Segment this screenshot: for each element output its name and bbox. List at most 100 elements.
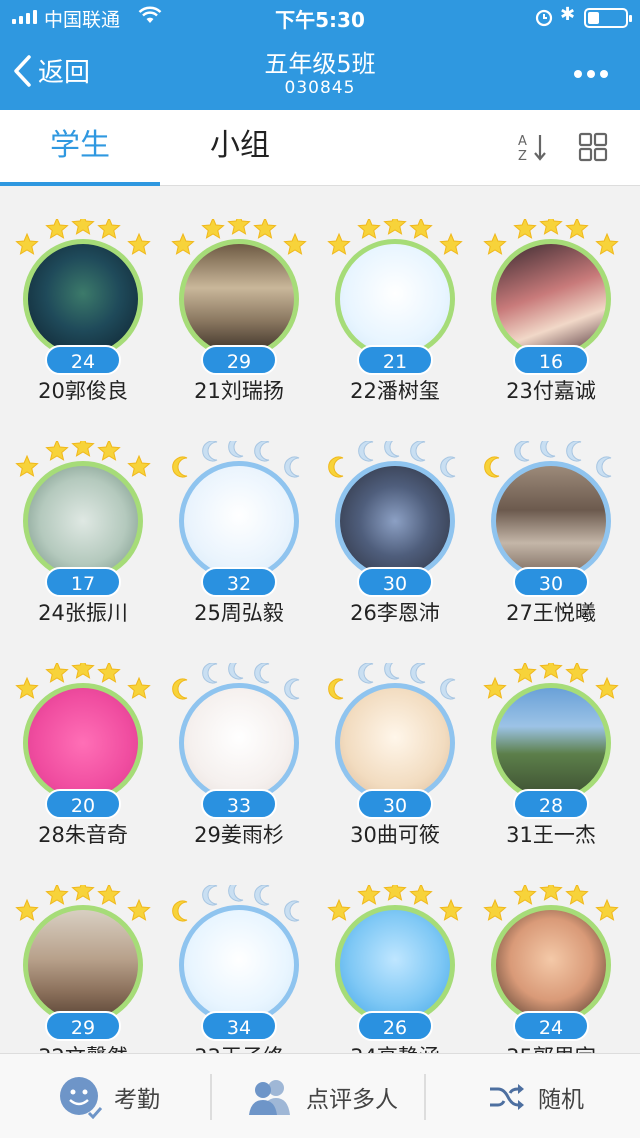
rating-stars	[15, 663, 151, 699]
rating-stars	[172, 885, 300, 922]
score-badge: 20	[45, 789, 121, 819]
shuffle-icon	[490, 1083, 524, 1110]
more-button[interactable]	[574, 70, 608, 78]
app-header: 中国联通 下午5:30 ✱ 返回 五年级5班 030845	[0, 0, 640, 110]
score-badge: 30	[357, 567, 433, 597]
bluetooth-icon: ✱	[560, 4, 576, 25]
battery-icon	[584, 8, 632, 28]
back-label: 返回	[38, 58, 91, 88]
student-name: 33王子终	[156, 1041, 322, 1053]
avatar-wrapper: 32	[172, 441, 300, 597]
student-name: 29姜雨杉	[194, 823, 284, 847]
student-grid: 24 20郭俊良 29 21刘瑞扬 21 22潘树玺 16 23付嘉诚 17 24张振川 32 25周…	[0, 187, 640, 1053]
back-button[interactable]: 返回	[12, 52, 90, 89]
bottom-toolbar: 考勤 点评多人 随机	[0, 1053, 640, 1138]
random-button[interactable]: 随机	[488, 1054, 584, 1138]
score-badge: 26	[357, 1011, 433, 1041]
rating-stars	[483, 885, 619, 921]
student-name: 35郭思宇	[468, 1041, 634, 1053]
avatar-wrapper: 16	[483, 219, 619, 375]
student-name: 21刘瑞扬	[194, 379, 284, 403]
score-badge: 24	[513, 1011, 589, 1041]
student-name: 30曲可筱	[350, 823, 440, 847]
student-name: 24张振川	[38, 601, 128, 625]
student-name: 28朱音奇	[38, 823, 128, 847]
avatar-wrapper: 29	[15, 885, 151, 1041]
avatar-wrapper: 28	[483, 663, 619, 819]
avatar-wrapper: 20	[15, 663, 151, 819]
tab-groups[interactable]: 小组	[160, 110, 320, 186]
chevron-left-icon	[14, 54, 31, 87]
avatar-wrapper: 33	[172, 663, 300, 819]
random-label: 随机	[538, 1086, 584, 1113]
rating-stars	[15, 441, 151, 477]
score-badge: 34	[201, 1011, 277, 1041]
avatar-wrapper: 24	[15, 219, 151, 375]
student-card[interactable]: 16 23付嘉诚	[468, 187, 624, 409]
student-name: 23付嘉诚	[506, 379, 596, 403]
review-multiple-button[interactable]: 点评多人	[246, 1054, 398, 1138]
avatar-wrapper: 34	[172, 885, 300, 1041]
avatar-wrapper: 30	[328, 441, 456, 597]
rating-stars	[328, 441, 456, 478]
rating-stars	[327, 885, 463, 921]
student-name: 20郭俊良	[38, 379, 128, 403]
rating-stars	[328, 663, 456, 700]
rating-stars	[15, 885, 151, 921]
student-card[interactable]: 33 29姜雨杉	[156, 631, 312, 853]
attendance-button[interactable]: 考勤	[58, 1054, 160, 1138]
student-card[interactable]: 3433王子终	[156, 853, 312, 1053]
student-name: 22潘树玺	[350, 379, 440, 403]
student-card[interactable]: 30 30曲可筱	[312, 631, 468, 853]
score-badge: 28	[513, 789, 589, 819]
more-dot-icon	[587, 70, 595, 78]
svg-text:Z: Z	[518, 149, 527, 162]
attendance-label: 考勤	[114, 1086, 160, 1113]
grid-view-icon[interactable]	[578, 132, 608, 162]
avatar-wrapper: 26	[327, 885, 463, 1041]
student-card[interactable]: 2435郭思宇	[468, 853, 624, 1053]
people-icon	[249, 1079, 290, 1115]
student-card[interactable]: 17 24张振川	[0, 409, 156, 631]
student-card[interactable]: 24 20郭俊良	[0, 187, 156, 409]
student-name: 26李恩沛	[350, 601, 440, 625]
status-bar: 中国联通 下午5:30 ✱	[0, 0, 640, 34]
avatar-wrapper: 24	[483, 885, 619, 1041]
student-card[interactable]: 2932文馨然	[0, 853, 156, 1053]
smile-check-icon	[60, 1076, 102, 1119]
avatar-wrapper: 30	[484, 441, 612, 597]
avatar-wrapper: 21	[327, 219, 463, 375]
score-badge: 21	[357, 345, 433, 375]
score-badge: 29	[201, 345, 277, 375]
student-card[interactable]: 32 25周弘毅	[156, 409, 312, 631]
rating-stars	[15, 219, 151, 255]
sort-az-icon[interactable]: A Z	[516, 132, 550, 162]
rating-stars	[172, 441, 300, 478]
student-card[interactable]: 30 27王悦曦	[468, 409, 624, 631]
student-card[interactable]: 30 26李恩沛	[312, 409, 468, 631]
student-card[interactable]: 21 22潘树玺	[312, 187, 468, 409]
score-badge: 24	[45, 345, 121, 375]
tab-students[interactable]: 学生	[0, 110, 160, 186]
class-code: 030845	[284, 78, 356, 98]
avatar-wrapper: 29	[171, 219, 307, 375]
student-name: 27王悦曦	[506, 601, 596, 625]
student-card[interactable]: 20 28朱音奇	[0, 631, 156, 853]
avatar-wrapper: 17	[15, 441, 151, 597]
review-multiple-label: 点评多人	[306, 1086, 398, 1113]
score-badge: 16	[513, 345, 589, 375]
student-name: 25周弘毅	[194, 601, 284, 625]
student-card[interactable]: 28 31王一杰	[468, 631, 624, 853]
rating-stars	[171, 219, 307, 255]
student-card[interactable]: 29 21刘瑞扬	[156, 187, 312, 409]
student-name: 32文馨然	[0, 1041, 166, 1053]
rating-stars	[483, 219, 619, 255]
rating-stars	[483, 663, 619, 699]
alarm-icon	[535, 9, 553, 27]
divider	[424, 1074, 426, 1120]
score-badge: 29	[45, 1011, 121, 1041]
rating-stars	[327, 219, 463, 255]
student-name: 31王一杰	[506, 823, 596, 847]
score-badge: 30	[357, 789, 433, 819]
student-card[interactable]: 2634高静涵	[312, 853, 468, 1053]
